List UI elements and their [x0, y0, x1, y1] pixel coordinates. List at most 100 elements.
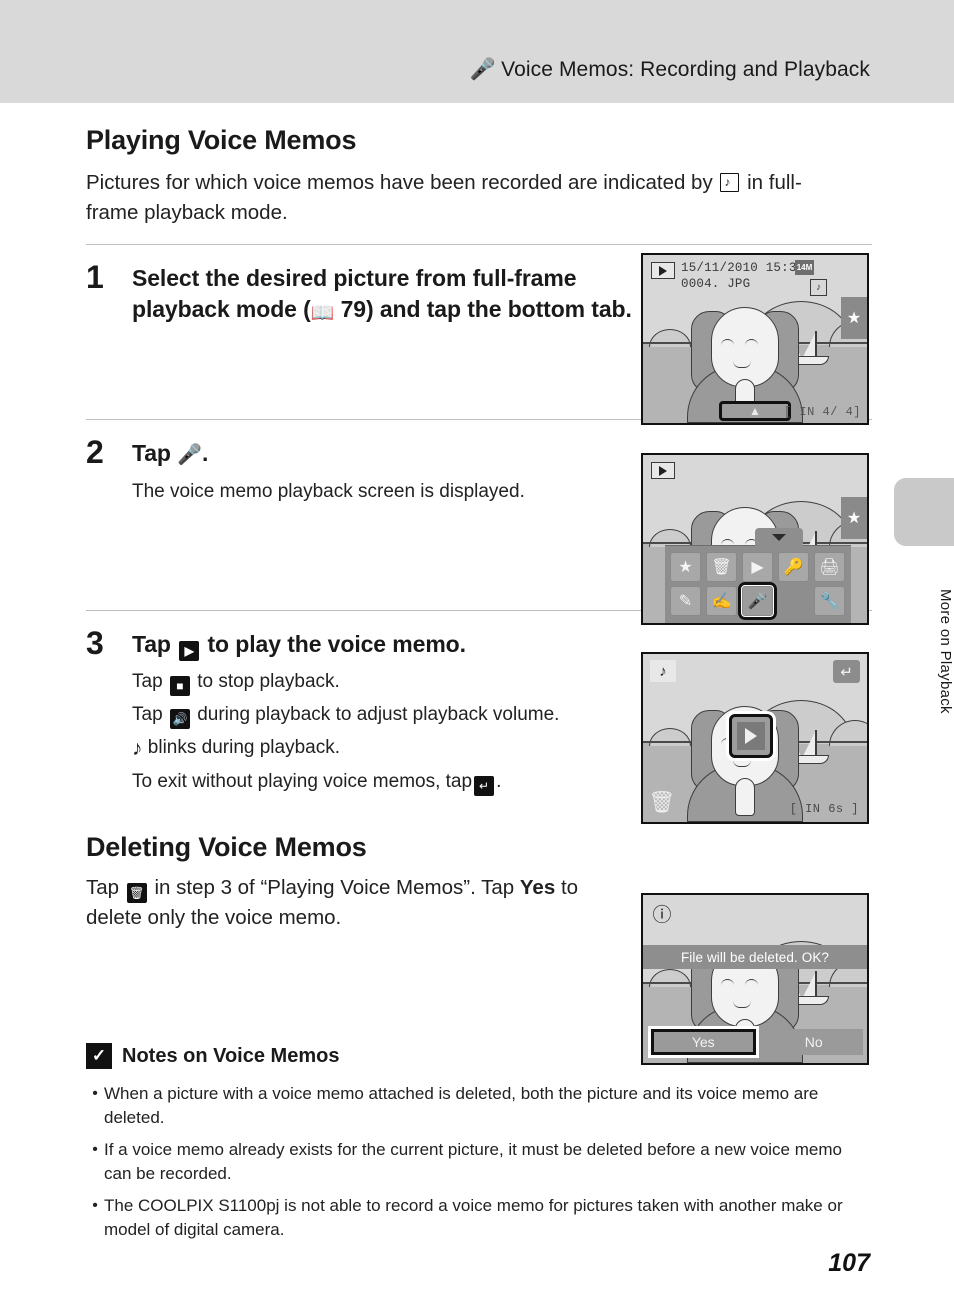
yes-button[interactable]: Yes: [651, 1029, 756, 1055]
playback-mode-icon: [651, 262, 675, 279]
step-3-text-b: to play the voice memo.: [207, 631, 466, 657]
screen1-filename-text: 0004. JPG: [681, 277, 751, 291]
side-tab-label: More on Playback: [937, 588, 954, 714]
divider-above-step-1: [86, 244, 872, 245]
voice-memo-icon[interactable]: 🎤: [738, 582, 777, 620]
return-icon: ↵: [474, 776, 495, 796]
list-item: • The COOLPIX S1100pj is not able to rec…: [86, 1194, 874, 1242]
step-2-text-b: .: [202, 440, 209, 466]
step-3-line-3: ♪ blinks during playback.: [132, 733, 652, 763]
step-3-number: 3: [86, 625, 104, 661]
playback-menu-panel: ★ 🗑 ▶ 🔑 🖨 ✎ ✍ 🎤 🔧: [665, 528, 851, 623]
step-3-sublines: Tap ■ to stop playback. Tap 🔊 during pla…: [132, 667, 652, 796]
menu-collapse-tab[interactable]: [755, 528, 803, 546]
header-title: 🎤 Voice Memos: Recording and Playback: [470, 58, 870, 82]
microphone-icon: 🎤: [469, 58, 497, 81]
trash-icon[interactable]: 🗑: [649, 790, 676, 816]
frame-counter-text: [ IN 4/ 4]: [783, 405, 861, 419]
trash-icon: 🗑: [126, 883, 147, 903]
return-icon[interactable]: ↵: [833, 660, 860, 683]
delete-icon[interactable]: 🗑: [706, 552, 737, 582]
step-3-text-a: Tap: [132, 631, 171, 657]
confirm-button-row: Yes No: [651, 1029, 863, 1055]
step-3-line-4: To exit without playing voice memos, tap…: [132, 767, 652, 796]
camera-screen-step-1: 15/11/2010 15:30 0004. JPG 14M ♪ ★ ▲ [ I…: [641, 253, 869, 425]
edit-icon[interactable]: ✍: [706, 586, 737, 616]
volume-icon: 🔊: [169, 709, 190, 729]
step-2-heading: Tap 🎤.: [132, 438, 652, 471]
voice-memo-icon: ♪: [810, 279, 827, 296]
no-button[interactable]: No: [764, 1029, 863, 1055]
step-3-line-2-before: Tap: [132, 704, 163, 725]
confirm-message-text: File will be deleted. OK?: [643, 945, 867, 969]
camera-screen-step-2: ★ ★ 🗑 ▶ 🔑 🖨 ✎ ✍ 🎤 🔧: [641, 453, 869, 625]
image-size-badge: 14M: [795, 260, 814, 275]
play-voice-memo-button[interactable]: [729, 714, 773, 758]
favorites-star-tab[interactable]: ★: [841, 497, 867, 539]
side-tab-marker: [894, 478, 954, 546]
favorites-icon[interactable]: ★: [670, 552, 701, 582]
camera-screen-delete-confirm: ⓘ File will be deleted. OK? Yes No: [641, 893, 869, 1065]
setup-wrench-icon[interactable]: 🔧: [814, 586, 845, 616]
memo-duration-text: [ IN 6s ]: [789, 802, 859, 816]
step-3-line-2-after: during playback to adjust playback volum…: [197, 704, 560, 725]
step-3-line-2: Tap 🔊 during playback to adjust playback…: [132, 700, 652, 729]
step-1-page-ref: 79: [340, 296, 366, 322]
step-2-text-a: Tap: [132, 440, 171, 466]
step-2-number: 2: [86, 434, 104, 470]
deleting-bold-yes: Yes: [519, 876, 556, 899]
step-1-text-b: ) and tap the bottom tab.: [365, 296, 632, 322]
bottom-tab-button[interactable]: ▲: [719, 401, 791, 421]
step-2-subtext: The voice memo playback screen is displa…: [132, 481, 525, 502]
notes-block: ✓ Notes on Voice Memos • When a picture …: [86, 1043, 874, 1242]
step-3-line-1: Tap ■ to stop playback.: [132, 667, 652, 696]
camera-screen-step-3: ♪ ↵ 🗑 [ IN 6s ]: [641, 652, 869, 824]
note-text: The COOLPIX S1100pj is not able to recor…: [104, 1196, 843, 1239]
bullet-glyph: •: [92, 1141, 98, 1158]
playback-mode-icon: [651, 462, 675, 479]
step-3-line-1-after: to stop playback.: [197, 671, 340, 692]
deleting-text-1: Tap: [86, 876, 120, 899]
play-icon: ▶: [179, 641, 200, 661]
header-title-text: Voice Memos: Recording and Playback: [501, 58, 870, 81]
bullet-glyph: •: [92, 1197, 98, 1214]
deleting-paragraph: Tap 🗑 in step 3 of “Playing Voice Memos”…: [86, 873, 606, 933]
page-number: 107: [828, 1249, 870, 1277]
note-text: When a picture with a voice memo attache…: [104, 1084, 819, 1127]
list-item: • If a voice memo already exists for the…: [86, 1138, 874, 1186]
step-3-heading: Tap ▶ to play the voice memo.: [132, 629, 652, 661]
favorites-star-tab[interactable]: ★: [841, 297, 867, 339]
deleting-text-2: in step 3 of “Playing Voice Memos”. Tap: [154, 876, 515, 899]
playing-intro-paragraph: Pictures for which voice memos have been…: [86, 168, 851, 228]
bullet-glyph: •: [92, 1085, 98, 1102]
menu-row-2: ✎ ✍ 🎤 🔧: [670, 582, 845, 620]
notes-title: Notes on Voice Memos: [122, 1044, 340, 1067]
list-item: • When a picture with a voice memo attac…: [86, 1082, 874, 1130]
step-3-line-1-before: Tap: [132, 671, 163, 692]
music-note-icon: ♪: [650, 660, 676, 682]
note-text: If a voice memo already exists for the c…: [104, 1140, 842, 1183]
slideshow-icon[interactable]: ▶: [742, 552, 773, 582]
voice-memo-indicator-icon: ♪: [720, 173, 740, 192]
section-heading-playing: Playing Voice Memos: [86, 125, 357, 155]
paint-icon[interactable]: ✎: [670, 586, 701, 616]
book-reference-icon: 📖: [310, 303, 335, 324]
section-heading-deleting: Deleting Voice Memos: [86, 832, 367, 862]
page-header-band: [0, 0, 954, 103]
print-order-icon[interactable]: 🖨: [814, 552, 845, 582]
warning-icon: ⓘ: [652, 904, 672, 926]
notes-list: • When a picture with a voice memo attac…: [86, 1082, 874, 1242]
step-1-heading: Select the desired picture from full-fra…: [132, 263, 652, 329]
step-3-line-3-after: blinks during playback.: [147, 737, 340, 758]
menu-cell-empty: [778, 586, 809, 616]
intro-text-before: Pictures for which voice memos have been…: [86, 171, 713, 194]
stop-icon: ■: [169, 676, 190, 696]
step-1-number: 1: [86, 259, 104, 295]
menu-row-1: ★ 🗑 ▶ 🔑 🖨: [670, 552, 845, 582]
step-3-line-4-before: To exit without playing voice memos, tap: [132, 771, 473, 792]
screen1-date-text: 15/11/2010 15:30: [681, 261, 805, 275]
checkmark-warning-icon: ✓: [86, 1043, 112, 1069]
music-note-icon: ♪: [132, 737, 143, 760]
microphone-icon: 🎤: [177, 444, 202, 466]
protect-key-icon[interactable]: 🔑: [778, 552, 809, 582]
